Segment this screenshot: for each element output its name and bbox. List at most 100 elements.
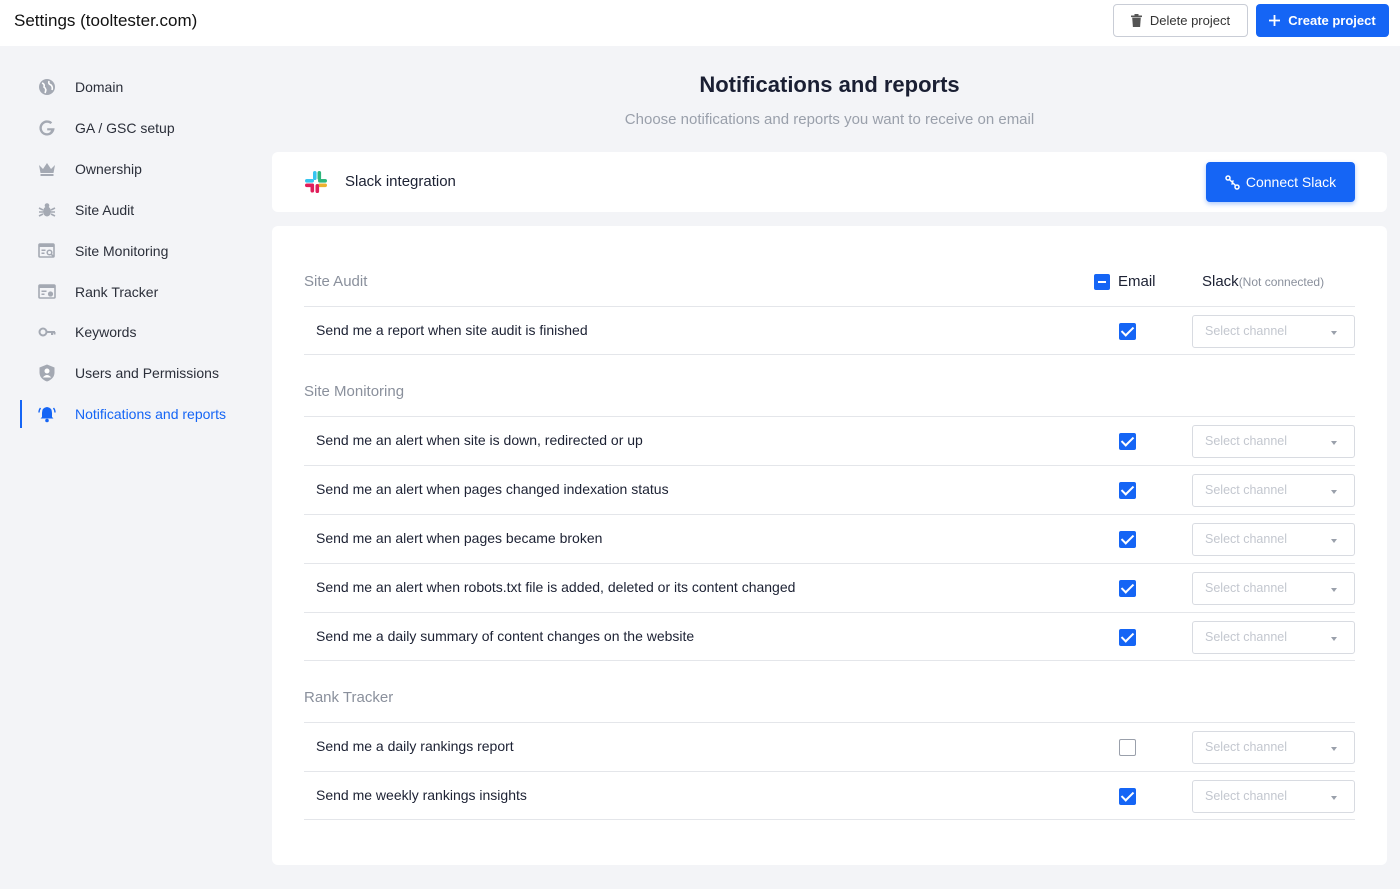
select-placeholder: Select channel	[1205, 581, 1288, 595]
google-icon	[38, 119, 56, 137]
plus-icon	[1269, 15, 1281, 26]
row-label: Send me an alert when robots.txt file is…	[316, 579, 796, 595]
main-title: Notifications and reports	[699, 72, 960, 97]
sidebar-item-site-audit[interactable]: Site Audit	[20, 198, 260, 222]
chevron-down-icon	[1331, 796, 1337, 800]
section-title-site-audit: Site Audit	[304, 273, 368, 290]
table-row: Send me an alert when pages changed inde…	[304, 465, 1355, 514]
select-placeholder: Select channel	[1205, 532, 1288, 546]
sidebar: Domain GA / GSC setup Ownership Site Aud…	[0, 46, 262, 889]
slack-channel-select[interactable]: Select channel	[1192, 621, 1355, 654]
slack-channel-select[interactable]: Select channel	[1192, 572, 1355, 605]
sidebar-item-ownership[interactable]: Ownership	[20, 157, 260, 181]
sidebar-item-site-monitoring[interactable]: Site Monitoring	[20, 239, 260, 263]
sidebar-item-label: Site Audit	[75, 202, 135, 218]
section-title-rank-tracker: Rank Tracker	[304, 689, 394, 706]
email-checkbox[interactable]	[1119, 739, 1136, 756]
email-column-label: Email	[1118, 273, 1156, 290]
sidebar-item-notifications-and-reports[interactable]: Notifications and reports	[20, 400, 260, 428]
main-subtitle: Choose notifications and reports you wan…	[624, 111, 1035, 128]
monitor-search-icon	[38, 242, 56, 260]
create-project-button[interactable]: Create project	[1256, 4, 1389, 37]
table-row: Send me a daily rankings report Select c…	[304, 722, 1355, 771]
row-label: Send me a daily summary of content chang…	[316, 628, 695, 644]
rank-tracker-icon	[38, 283, 56, 301]
sidebar-item-label: Notifications and reports	[75, 406, 226, 422]
slack-integration-label: Slack integration	[345, 173, 456, 190]
globe-icon	[38, 78, 56, 96]
crown-icon	[38, 160, 56, 178]
table-row: Send me an alert when site is down, redi…	[304, 416, 1355, 465]
sidebar-item-ga-gsc-setup[interactable]: GA / GSC setup	[20, 116, 260, 140]
select-placeholder: Select channel	[1205, 740, 1288, 754]
slack-status-label: (Not connected)	[1238, 275, 1325, 289]
slack-column-label: Slack	[1202, 273, 1239, 290]
chevron-down-icon	[1331, 747, 1337, 751]
sidebar-item-label: Users and Permissions	[75, 365, 219, 381]
shield-user-icon	[38, 364, 56, 382]
chevron-down-icon	[1331, 441, 1337, 445]
trash-icon	[1130, 14, 1142, 27]
sidebar-item-rank-tracker[interactable]: Rank Tracker	[20, 280, 260, 304]
select-placeholder: Select channel	[1205, 434, 1288, 448]
email-checkbox[interactable]	[1119, 580, 1136, 597]
chevron-down-icon	[1331, 588, 1337, 592]
top-bar: Settings (tooltester.com) Delete project…	[0, 0, 1400, 46]
bell-icon	[38, 405, 56, 423]
email-checkbox[interactable]	[1119, 629, 1136, 646]
row-label: Send me an alert when site is down, redi…	[316, 432, 643, 448]
sidebar-item-users-and-permissions[interactable]: Users and Permissions	[20, 361, 260, 385]
email-checkbox[interactable]	[1119, 433, 1136, 450]
row-label: Send me an alert when pages changed inde…	[316, 481, 669, 497]
table-row: Send me a report when site audit is fini…	[304, 306, 1355, 355]
slack-logo-icon	[304, 170, 328, 194]
link-icon	[1225, 174, 1240, 190]
slack-channel-select[interactable]: Select channel	[1192, 523, 1355, 556]
table-row: Send me an alert when pages became broke…	[304, 514, 1355, 563]
chevron-down-icon	[1331, 539, 1337, 543]
slack-channel-select[interactable]: Select channel	[1192, 780, 1355, 813]
sidebar-item-label: Ownership	[75, 161, 142, 177]
email-checkbox[interactable]	[1119, 531, 1136, 548]
email-column-header[interactable]: Email	[1094, 273, 1156, 290]
row-label: Send me a report when site audit is fini…	[316, 322, 588, 338]
select-placeholder: Select channel	[1205, 324, 1288, 338]
key-icon	[38, 323, 56, 341]
sidebar-item-label: Site Monitoring	[75, 243, 169, 259]
page-title: Settings (tooltester.com)	[14, 11, 198, 30]
sidebar-item-label: Domain	[75, 79, 124, 95]
sidebar-item-label: Rank Tracker	[75, 284, 159, 300]
table-row: Send me an alert when robots.txt file is…	[304, 563, 1355, 612]
chevron-down-icon	[1331, 490, 1337, 494]
sidebar-item-domain[interactable]: Domain	[20, 75, 260, 99]
select-placeholder: Select channel	[1205, 789, 1288, 803]
chevron-down-icon	[1331, 331, 1337, 335]
sidebar-item-label: GA / GSC setup	[75, 120, 175, 136]
row-label: Send me weekly rankings insights	[316, 787, 527, 803]
section-title-site-monitoring: Site Monitoring	[304, 383, 405, 400]
select-placeholder: Select channel	[1205, 630, 1288, 644]
email-checkbox[interactable]	[1119, 788, 1136, 805]
slack-channel-select[interactable]: Select channel	[1192, 474, 1355, 507]
notifications-card: Site Audit Email Slack(Not connected) Se…	[272, 226, 1387, 865]
table-row: Send me weekly rankings insights Select …	[304, 771, 1355, 820]
slack-channel-select[interactable]: Select channel	[1192, 731, 1355, 764]
slack-channel-select[interactable]: Select channel	[1192, 315, 1355, 348]
slack-integration-card: Slack integration Connect Slack	[272, 152, 1387, 212]
email-select-all-checkbox[interactable]	[1094, 273, 1110, 290]
delete-project-button[interactable]: Delete project	[1113, 4, 1248, 37]
sidebar-item-keywords[interactable]: Keywords	[20, 320, 260, 344]
bug-icon	[38, 201, 56, 219]
email-checkbox[interactable]	[1119, 482, 1136, 499]
slack-column-header: Slack(Not connected)	[1202, 273, 1324, 290]
delete-project-label: Delete project	[1149, 13, 1231, 28]
connect-slack-button[interactable]: Connect Slack	[1206, 162, 1355, 202]
create-project-label: Create project	[1288, 13, 1376, 28]
chevron-down-icon	[1331, 637, 1337, 641]
slack-channel-select[interactable]: Select channel	[1192, 425, 1355, 458]
email-checkbox[interactable]	[1119, 323, 1136, 340]
connect-slack-label: Connect Slack	[1245, 174, 1337, 190]
select-placeholder: Select channel	[1205, 483, 1288, 497]
sidebar-item-label: Keywords	[75, 324, 137, 340]
row-label: Send me a daily rankings report	[316, 738, 514, 754]
